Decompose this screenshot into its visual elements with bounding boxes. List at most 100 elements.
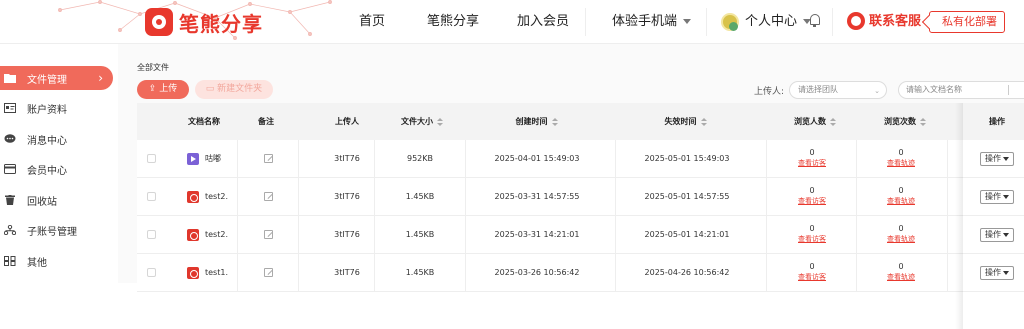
viewers-count: 0 bbox=[809, 224, 815, 233]
column-divider bbox=[237, 254, 238, 292]
column-header-views[interactable]: 浏览次数 bbox=[868, 103, 943, 140]
table-row[interactable]: 咕嘟 3tIT76 952KB 2025-04-01 15:49:03 2025… bbox=[137, 140, 1024, 178]
row-actions-button[interactable]: 操作 bbox=[980, 266, 1014, 280]
views-cell: 0 查看轨迹 bbox=[876, 223, 926, 245]
viewers-count: 0 bbox=[809, 262, 815, 271]
column-header-viewers[interactable]: 浏览人数 bbox=[778, 103, 853, 140]
column-divider bbox=[766, 140, 767, 178]
column-header-size[interactable]: 文件大小 bbox=[385, 103, 460, 140]
sidebar-item-file-management[interactable]: 文件管理 › bbox=[0, 66, 113, 90]
sidebar-item-sub-accounts[interactable]: 子账号管理 bbox=[0, 218, 113, 242]
edit-note-icon[interactable] bbox=[264, 154, 273, 163]
file-name[interactable]: test2. bbox=[205, 178, 229, 216]
bell-icon[interactable] bbox=[810, 14, 820, 27]
chevron-down-icon bbox=[1003, 156, 1009, 161]
sidebar-item-account[interactable]: 账户资料 bbox=[0, 96, 113, 120]
uploader-cell: 3tIT76 bbox=[334, 268, 360, 277]
column-divider bbox=[237, 178, 238, 216]
column-header-expires[interactable]: 失效时间 bbox=[636, 103, 736, 140]
new-folder-label: 新建文件夹 bbox=[217, 84, 263, 94]
column-header-views-label: 浏览次数 bbox=[884, 117, 916, 126]
new-folder-button[interactable]: ▭ 新建文件夹 bbox=[195, 80, 273, 99]
table-row[interactable]: test2. 3tIT76 1.45KB 2025-03-31 14:57:55… bbox=[137, 178, 1024, 216]
viewers-cell: 0 查看访客 bbox=[787, 185, 837, 207]
breadcrumb[interactable]: 全部文件 bbox=[137, 62, 169, 73]
sidebar-item-other[interactable]: 其他 bbox=[0, 249, 113, 273]
expires-cell: 2025-05-01 14:21:01 bbox=[644, 230, 730, 239]
nav-mobile[interactable]: 体验手机端 bbox=[612, 0, 692, 43]
nav-membership[interactable]: 加入会员 bbox=[517, 0, 569, 43]
size-cell: 952KB bbox=[406, 154, 433, 163]
column-header-created-label: 创建时间 bbox=[515, 117, 548, 126]
search-divider bbox=[1008, 85, 1009, 95]
column-divider bbox=[615, 216, 616, 254]
row-actions-button[interactable]: 操作 bbox=[980, 190, 1014, 204]
column-divider bbox=[374, 140, 375, 178]
brand-logo[interactable]: 笔熊分享 bbox=[145, 6, 263, 38]
sort-icon bbox=[920, 117, 927, 126]
column-header-note: 备注 bbox=[258, 117, 274, 126]
column-divider bbox=[856, 178, 857, 216]
edit-note-icon[interactable] bbox=[264, 230, 273, 239]
uploader-cell: 3tIT76 bbox=[334, 192, 360, 201]
table-row[interactable]: test1. 3tIT76 1.45KB 2025-03-26 10:56:42… bbox=[137, 254, 1024, 292]
nav-home[interactable]: 首页 bbox=[359, 0, 385, 43]
edit-note-icon[interactable] bbox=[264, 268, 273, 277]
row-checkbox[interactable] bbox=[147, 192, 156, 201]
column-header-created[interactable]: 创建时间 bbox=[487, 103, 587, 140]
column-divider bbox=[947, 140, 948, 178]
sidebar-item-label: 会员中心 bbox=[27, 165, 67, 177]
views-cell: 0 查看轨迹 bbox=[876, 185, 926, 207]
avatar[interactable] bbox=[721, 13, 739, 31]
edit-note-icon[interactable] bbox=[264, 192, 273, 201]
sidebar-item-recycle-bin[interactable]: 回收站 bbox=[0, 188, 113, 212]
file-name[interactable]: test1. bbox=[205, 254, 229, 292]
sidebar-item-membership[interactable]: 会员中心 bbox=[0, 157, 113, 181]
upload-label: 上传 bbox=[159, 84, 178, 94]
column-header-uploader: 上传人 bbox=[335, 117, 359, 126]
row-actions-label: 操作 bbox=[985, 154, 1001, 163]
user-center-menu[interactable]: 个人中心 bbox=[745, 0, 812, 43]
view-visitors-link[interactable]: 查看访客 bbox=[787, 158, 837, 169]
viewers-count: 0 bbox=[809, 148, 815, 157]
row-checkbox[interactable] bbox=[147, 268, 156, 277]
sidebar-item-messages[interactable]: 消息中心 bbox=[0, 127, 113, 151]
view-track-link[interactable]: 查看轨迹 bbox=[876, 234, 926, 245]
view-track-link[interactable]: 查看轨迹 bbox=[876, 272, 926, 283]
size-cell: 1.45KB bbox=[405, 268, 435, 277]
row-actions-button[interactable]: 操作 bbox=[980, 152, 1014, 166]
column-divider bbox=[237, 216, 238, 254]
view-visitors-link[interactable]: 查看访客 bbox=[787, 234, 837, 245]
view-track-link[interactable]: 查看轨迹 bbox=[876, 196, 926, 207]
folder-icon bbox=[4, 74, 16, 83]
column-divider bbox=[615, 254, 616, 292]
expires-cell: 2025-05-01 15:49:03 bbox=[644, 154, 730, 163]
views-count: 0 bbox=[898, 148, 904, 157]
table-row[interactable]: test2. 3tIT76 1.45KB 2025-03-31 14:21:01… bbox=[137, 216, 1024, 254]
customer-service-icon bbox=[847, 12, 865, 30]
contact-support-link[interactable]: 联系客服 bbox=[869, 0, 921, 43]
nav-share[interactable]: 笔熊分享 bbox=[427, 0, 479, 43]
nav-mobile-label: 体验手机端 bbox=[612, 14, 678, 29]
column-divider bbox=[856, 140, 857, 178]
file-name[interactable]: 咕嘟 bbox=[205, 140, 229, 178]
row-checkbox[interactable] bbox=[147, 154, 156, 163]
view-visitors-link[interactable]: 查看访客 bbox=[787, 272, 837, 283]
views-cell: 0 查看轨迹 bbox=[876, 261, 926, 283]
trash-icon bbox=[5, 195, 15, 205]
column-divider bbox=[374, 178, 375, 216]
view-track-link[interactable]: 查看轨迹 bbox=[876, 158, 926, 169]
column-divider bbox=[298, 254, 299, 292]
private-deploy-button[interactable]: 私有化部署 bbox=[929, 11, 1005, 33]
file-name[interactable]: test2. bbox=[205, 216, 229, 254]
row-checkbox[interactable] bbox=[147, 230, 156, 239]
uploader-select[interactable]: 请选择团队 ⌄ bbox=[789, 81, 887, 99]
row-actions-button[interactable]: 操作 bbox=[980, 228, 1014, 242]
view-visitors-link[interactable]: 查看访客 bbox=[787, 196, 837, 207]
chevron-down-icon: ⌄ bbox=[874, 87, 880, 95]
upload-button[interactable]: ⇪ 上传 bbox=[137, 80, 189, 99]
top-bar: 笔熊分享 首页 笔熊分享 加入会员 体验手机端 个人中心 联系客服 私有化部署 bbox=[0, 0, 1024, 44]
sort-icon bbox=[700, 117, 708, 126]
brand-name: 笔熊分享 bbox=[179, 11, 263, 36]
search-input[interactable]: 请输入文档名称 bbox=[898, 81, 1024, 99]
